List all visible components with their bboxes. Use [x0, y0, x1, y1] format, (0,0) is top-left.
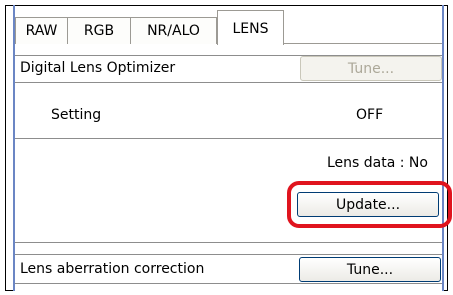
section-divider-2 — [15, 242, 442, 243]
tab-rgb[interactable]: RGB — [67, 17, 131, 44]
lac-tune-button[interactable]: Tune... — [299, 257, 441, 282]
lac-tune-label: Tune... — [346, 261, 394, 278]
dlo-tune-label: Tune... — [347, 60, 395, 77]
tab-lens[interactable]: LENS — [217, 10, 284, 45]
lac-title: Lens aberration correction — [20, 261, 205, 277]
highlight-annotation — [287, 181, 452, 228]
tab-nr-alo[interactable]: NR/ALO — [130, 17, 217, 44]
setting-label: Setting — [51, 107, 102, 123]
frame-right-edge — [442, 5, 444, 291]
tab-lens-label: LENS — [232, 21, 269, 37]
setting-value: OFF — [356, 107, 384, 123]
dlo-tune-button[interactable]: Tune... — [300, 56, 442, 81]
tab-raw[interactable]: RAW — [15, 17, 68, 44]
lens-data-status: Lens data : No — [327, 155, 428, 171]
tab-raw-label: RAW — [25, 23, 58, 39]
tab-rgb-label: RGB — [83, 23, 115, 39]
dlo-title: Digital Lens Optimizer — [20, 60, 176, 76]
tab-nr-alo-label: NR/ALO — [147, 23, 200, 39]
section-divider — [15, 138, 442, 139]
